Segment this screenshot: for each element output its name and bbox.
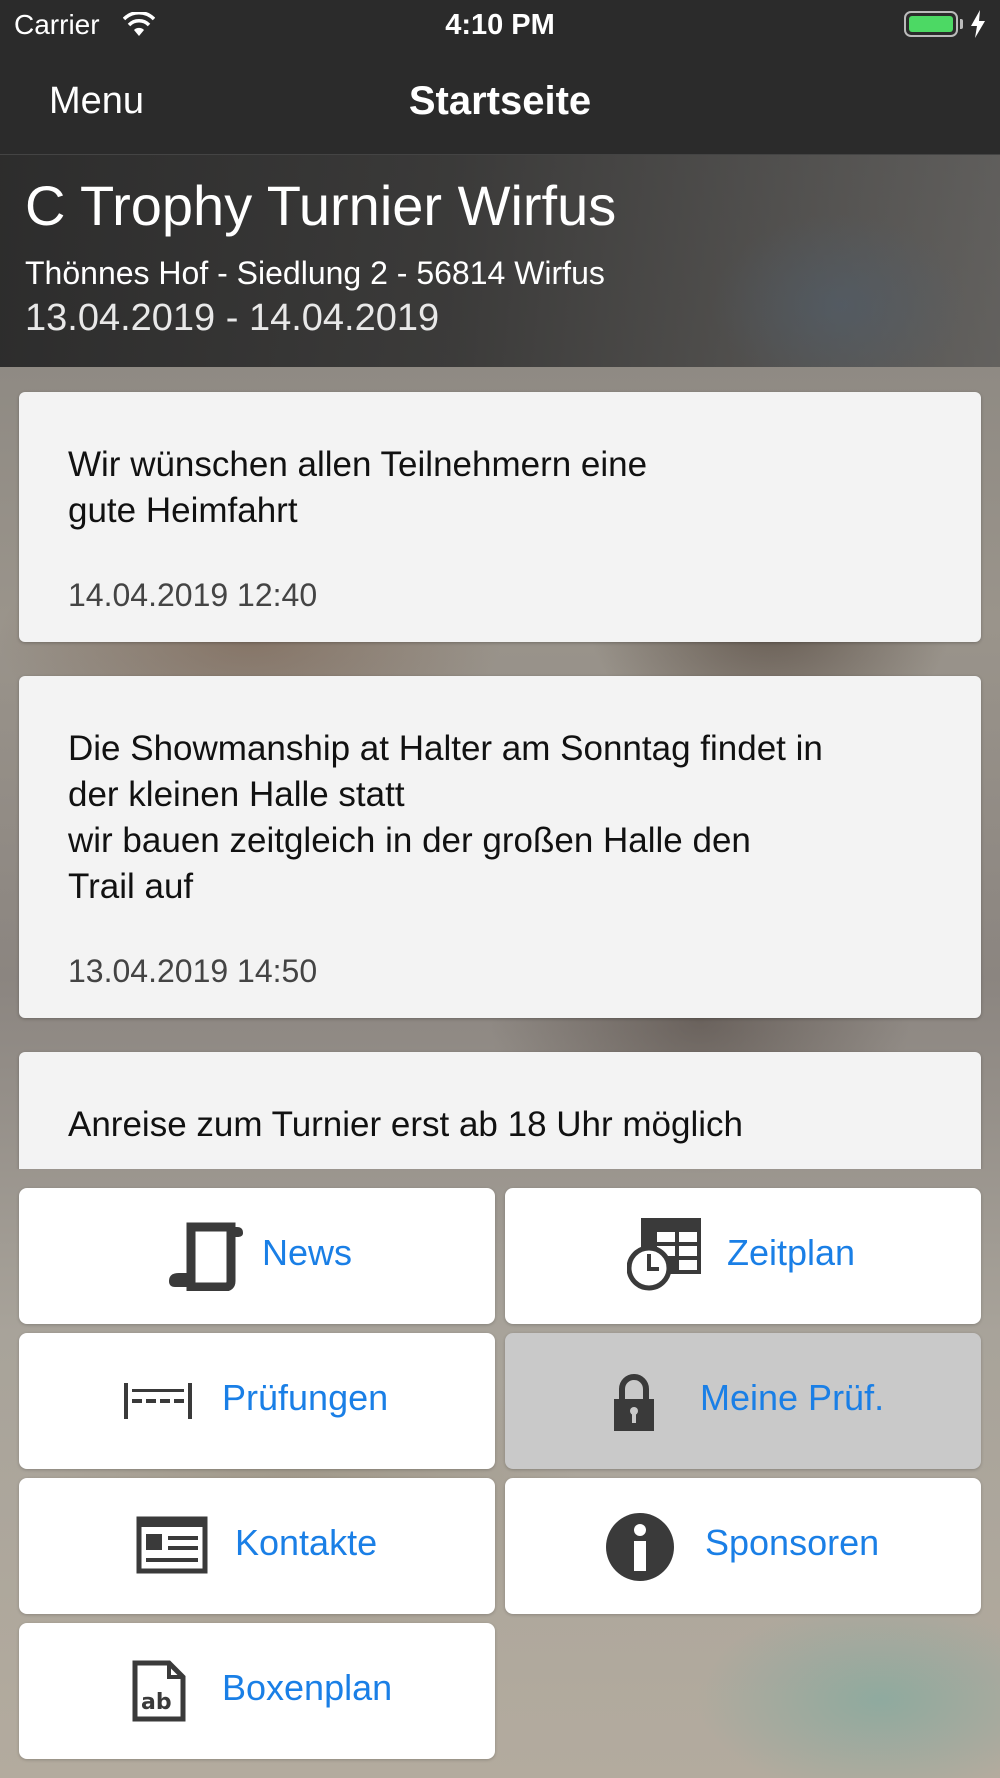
contact-card-icon (136, 1516, 208, 1574)
boxenplan-tile-button[interactable]: ab Boxenplan (19, 1623, 495, 1759)
lock-icon (614, 1374, 654, 1431)
boxenplan-tile-label: Boxenplan (222, 1667, 393, 1708)
news-card[interactable]: Die Showmanship at Halter am Sonntag fin… (19, 676, 981, 1018)
scroll-icon (169, 1222, 243, 1291)
document-ab-icon: ab (132, 1660, 186, 1722)
news-date: 13.04.2019 14:50 (68, 953, 318, 989)
battery-icon (904, 11, 958, 37)
event-address: Thönnes Hof - Siedlung 2 - 56814 Wirfus (25, 255, 605, 291)
event-title: C Trophy Turnier Wirfus (25, 174, 617, 237)
zeitplan-tile-label: Zeitplan (727, 1232, 856, 1273)
clock: 4:10 PM (445, 9, 555, 41)
svg-text:ab: ab (141, 1690, 172, 1715)
pruefungen-tile-button[interactable]: Prüfungen (19, 1333, 495, 1469)
news-list[interactable]: Wir wünschen allen Teilnehmern eine gute… (0, 367, 1000, 1169)
zeitplan-tile-button[interactable]: Zeitplan (505, 1188, 981, 1324)
news-text: Wir wünschen allen Teilnehmern eine gute… (68, 445, 648, 530)
news-text: Anreise zum Turnier erst ab 18 Uhr mögli… (68, 1105, 743, 1144)
kontakte-tile-label: Kontakte (235, 1522, 378, 1563)
sponsoren-tile-label: Sponsoren (705, 1522, 880, 1563)
news-text: Die Showmanship at Halter am Sonntag fin… (68, 729, 823, 906)
meine-pruef-tile-button[interactable]: Meine Prüf. (505, 1333, 981, 1469)
sponsoren-tile-button[interactable]: Sponsoren (505, 1478, 981, 1614)
news-card[interactable]: Wir wünschen allen Teilnehmern eine gute… (19, 392, 981, 642)
battery-cap (960, 19, 963, 29)
schedule-clock-icon (627, 1218, 701, 1291)
navigation-bar: Menu Startseite (0, 50, 1000, 155)
news-tile-label: News (262, 1232, 353, 1273)
charging-bolt-icon (971, 10, 985, 38)
info-icon (606, 1513, 674, 1581)
news-card[interactable]: Anreise zum Turnier erst ab 18 Uhr mögli… (19, 1052, 981, 1169)
distance-icon (124, 1383, 192, 1419)
status-bar: Carrier 4:10 PM (0, 0, 1000, 50)
kontakte-tile-button[interactable]: Kontakte (19, 1478, 495, 1614)
pruefungen-tile-label: Prüfungen (222, 1377, 389, 1418)
page-title: Startseite (408, 79, 592, 123)
event-dates: 13.04.2019 - 14.04.2019 (25, 297, 440, 339)
news-date: 14.04.2019 12:40 (68, 577, 318, 613)
event-header: C Trophy Turnier Wirfus Thönnes Hof - Si… (0, 155, 1000, 367)
news-tile-button[interactable]: News (19, 1188, 495, 1324)
meine-pruef-tile-label: Meine Prüf. (700, 1377, 885, 1418)
